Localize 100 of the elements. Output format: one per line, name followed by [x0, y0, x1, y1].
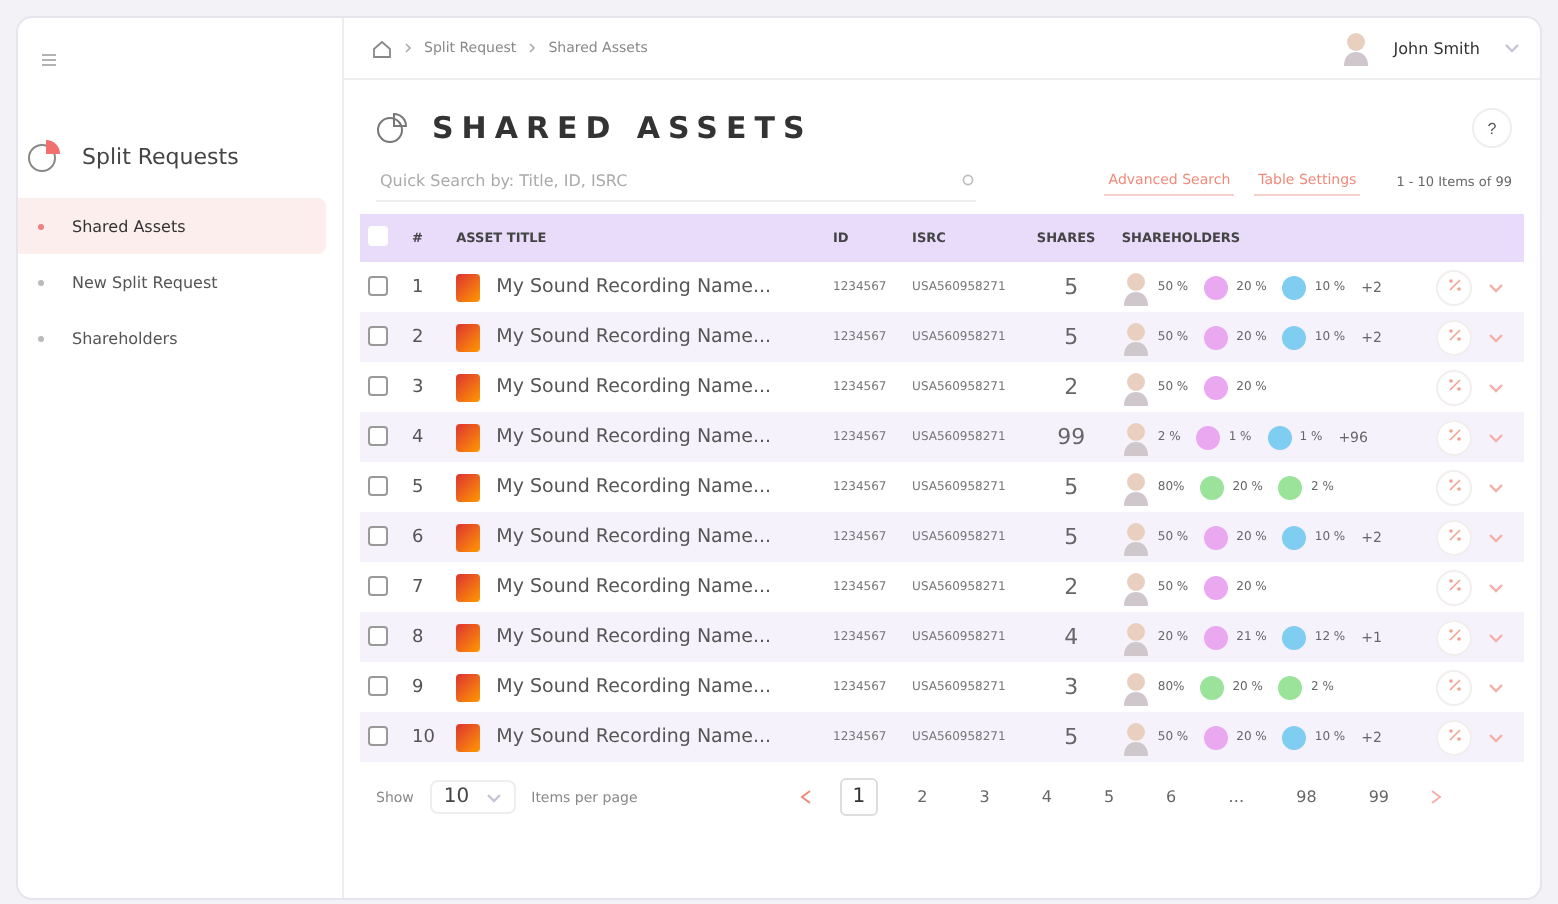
percent-button[interactable]	[1436, 519, 1473, 555]
shares-count: 3	[1064, 674, 1079, 700]
page-button[interactable]: 2	[905, 780, 940, 814]
cover-thumbnail	[456, 273, 481, 301]
person-avatar-icon	[1121, 619, 1150, 655]
page-button[interactable]: …	[1216, 780, 1257, 814]
page-button[interactable]: 99	[1356, 780, 1401, 814]
avatar-icon	[1341, 30, 1370, 66]
expand-icon	[1488, 281, 1505, 293]
shares-count: 2	[1064, 574, 1079, 600]
sidebar-item[interactable]: Shared Assets	[18, 198, 326, 254]
expand-icon	[1488, 681, 1505, 693]
help-button[interactable]: ?	[1472, 108, 1512, 148]
shares-count: 5	[1064, 524, 1079, 550]
percent-button[interactable]	[1436, 669, 1473, 705]
percent-icon	[1447, 428, 1462, 442]
person-avatar-icon	[1121, 669, 1150, 705]
cover-thumbnail	[456, 723, 481, 751]
cover-thumbnail	[456, 373, 481, 401]
page-button[interactable]: 5	[1091, 780, 1127, 814]
cover-thumbnail	[456, 673, 481, 701]
row-checkbox[interactable]	[368, 325, 388, 345]
percent-button[interactable]	[1436, 319, 1473, 355]
expand-icon	[1488, 531, 1505, 543]
row-checkbox[interactable]	[368, 525, 388, 545]
row-checkbox[interactable]	[368, 675, 388, 695]
percent-button[interactable]	[1436, 269, 1473, 305]
row-number: 2	[412, 327, 424, 347]
percent-button[interactable]	[1436, 569, 1473, 605]
page-button[interactable]: 3	[967, 780, 1002, 814]
percent-icon	[1447, 278, 1462, 292]
expand-icon	[1488, 431, 1505, 443]
next-page-button[interactable]	[1429, 790, 1441, 804]
sidebar-item[interactable]: Shareholders	[18, 310, 326, 366]
caret-icon	[1504, 42, 1520, 54]
select-all-checkbox[interactable]	[368, 226, 388, 246]
person-avatar-icon	[1121, 519, 1150, 555]
percent-icon	[1447, 578, 1462, 592]
percent-button[interactable]	[1436, 619, 1473, 655]
row-checkbox[interactable]	[368, 275, 388, 295]
expand-icon	[1488, 381, 1505, 393]
pie-chart-icon	[26, 138, 62, 174]
previous-page-button[interactable]	[800, 790, 813, 804]
search-icon	[962, 173, 976, 187]
page-title: SHARED ASSETS	[432, 110, 813, 146]
expand-icon	[1488, 731, 1505, 743]
shares-count: 5	[1064, 274, 1079, 300]
shares-count: 5	[1064, 724, 1079, 750]
page-button[interactable]: 4	[1029, 780, 1064, 814]
page-button[interactable]: 6	[1154, 780, 1189, 814]
person-avatar-icon	[1121, 719, 1150, 755]
page-size-select[interactable]: 10	[429, 780, 516, 814]
cover-thumbnail	[456, 573, 481, 601]
percent-button[interactable]	[1436, 719, 1473, 755]
asset-title[interactable]: My Sound Recording Name...	[496, 376, 772, 398]
row-checkbox[interactable]	[368, 725, 388, 745]
page-button[interactable]: 1	[840, 778, 878, 816]
percent-icon	[1447, 528, 1462, 542]
cover-thumbnail	[456, 323, 481, 351]
row-number: 4	[412, 427, 424, 447]
row-number: 9	[412, 677, 424, 697]
caret-icon	[485, 791, 502, 803]
asset-title[interactable]: My Sound Recording Name...	[496, 676, 772, 698]
expand-icon	[1488, 581, 1505, 593]
person-avatar-icon	[1121, 419, 1150, 455]
asset-title[interactable]: My Sound Recording Name...	[496, 276, 772, 298]
row-number: 7	[412, 577, 424, 597]
person-avatar-icon	[1121, 319, 1150, 355]
section-title: Split Requests	[82, 143, 239, 169]
row-number: 10	[412, 727, 435, 747]
percent-icon	[1447, 328, 1462, 342]
percent-icon	[1447, 378, 1462, 392]
sidebar-item[interactable]: New Split Request	[18, 254, 326, 310]
asset-title[interactable]: My Sound Recording Name...	[496, 476, 772, 498]
row-checkbox[interactable]	[368, 475, 388, 495]
person-avatar-icon	[1121, 569, 1150, 605]
chevron-right-icon	[528, 42, 537, 54]
cover-thumbnail	[456, 473, 481, 501]
page-button[interactable]: 98	[1284, 780, 1329, 814]
row-checkbox[interactable]	[368, 625, 388, 645]
row-number: 8	[412, 627, 424, 647]
shares-count: 5	[1064, 324, 1079, 350]
home-icon[interactable]	[372, 39, 392, 57]
row-number: 5	[412, 477, 424, 497]
percent-button[interactable]	[1436, 469, 1473, 505]
row-number: 3	[412, 377, 424, 397]
row-checkbox[interactable]	[368, 575, 388, 595]
percent-button[interactable]	[1436, 369, 1473, 405]
user-name[interactable]: John Smith	[1393, 39, 1480, 57]
pie-chart-icon	[376, 112, 408, 144]
cover-thumbnail	[456, 523, 481, 551]
row-number: 6	[412, 527, 424, 547]
row-checkbox[interactable]	[368, 375, 388, 395]
menu-icon[interactable]	[42, 54, 56, 66]
percent-icon	[1447, 628, 1462, 642]
asset-title[interactable]: My Sound Recording Name...	[496, 576, 772, 598]
shares-count: 4	[1064, 624, 1079, 650]
search-field[interactable]: Quick Search by: Title, ID, ISRC	[376, 169, 962, 191]
percent-button[interactable]	[1436, 419, 1473, 455]
row-checkbox[interactable]	[368, 425, 388, 445]
